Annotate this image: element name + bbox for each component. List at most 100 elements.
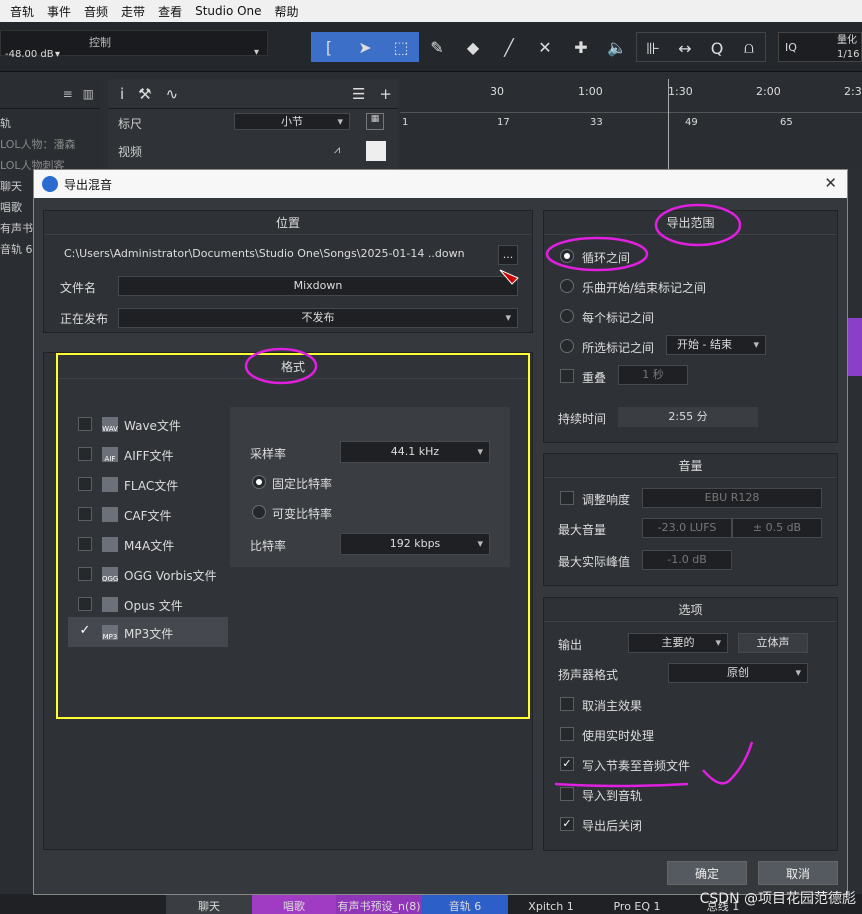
menu-track[interactable]: 音轨	[10, 3, 34, 20]
publish-select[interactable]: 不发布	[118, 308, 518, 328]
quantize-icon[interactable]: Q	[701, 33, 733, 63]
wrench-icon[interactable]: ⚒	[138, 85, 151, 103]
format-label[interactable]: FLAC文件	[124, 477, 178, 494]
paint-tool-icon[interactable]: ╱	[491, 32, 527, 62]
browse-button[interactable]: ...	[498, 245, 518, 265]
arrow-tool-icon[interactable]: ➤	[347, 32, 383, 62]
layers-icon[interactable]: ≡	[63, 87, 73, 101]
channel-label[interactable]: 音轨 6	[422, 894, 508, 914]
bitrate-select[interactable]: 192 kbps	[340, 533, 490, 555]
quantize-settings[interactable]: IQ 量化 1/16	[778, 32, 862, 62]
bars-icon[interactable]: ▥	[83, 87, 94, 101]
ruler-unit-select[interactable]: 小节	[234, 113, 350, 130]
format-checkbox[interactable]	[78, 447, 92, 461]
option-label[interactable]: 取消主效果	[582, 697, 642, 714]
speaker-format-select[interactable]: 原创	[668, 663, 808, 683]
menu-transport[interactable]: 走带	[121, 3, 145, 20]
range-radio-selected-markers[interactable]	[560, 339, 574, 353]
range-label[interactable]: 循环之间	[582, 249, 630, 266]
waveform-icon[interactable]: ⩘	[334, 143, 340, 157]
option-checkbox[interactable]	[560, 697, 574, 711]
format-checkbox[interactable]	[78, 507, 92, 521]
snap-magnet-icon[interactable]: ⩍	[733, 33, 765, 63]
channel-label[interactable]: Xpitch 1	[508, 894, 594, 914]
cbr-label[interactable]: 固定比特率	[272, 475, 332, 492]
max-loudness-input[interactable]: -23.0 LUFS	[642, 518, 732, 538]
mute-tool-icon[interactable]: ✕	[527, 32, 563, 62]
option-label[interactable]: 写入节奏至音频文件	[582, 757, 690, 774]
menu-view[interactable]: 查看	[158, 3, 182, 20]
timeline-ruler[interactable]: 30 1:00 1:30 2:00 2:30	[400, 79, 862, 113]
volume-control[interactable]: -48.00 dB ▾ 控制 ▾	[0, 30, 268, 60]
option-label[interactable]: 导入到音轨	[582, 787, 642, 804]
overlap-checkbox[interactable]	[560, 369, 574, 383]
range-tool-icon[interactable]: ⬚	[383, 32, 419, 62]
split-tool-icon[interactable]: ✚	[563, 32, 599, 62]
marker-range-select[interactable]: 开始 - 结束	[666, 335, 766, 355]
format-label[interactable]: Wave文件	[124, 417, 181, 434]
track-item[interactable]: 轨	[0, 113, 100, 134]
loudness-standard[interactable]: EBU R128	[642, 488, 822, 508]
format-checkbox[interactable]	[78, 597, 92, 611]
automation-icon[interactable]: ∿	[166, 85, 179, 103]
format-label[interactable]: CAF文件	[124, 507, 172, 524]
menu-studio-one[interactable]: Studio One	[195, 4, 261, 18]
option-checkbox-checked[interactable]: ✓	[560, 817, 574, 831]
loudness-label[interactable]: 调整响度	[582, 491, 630, 508]
ruler-settings-icon[interactable]: ▦	[366, 113, 384, 130]
range-label[interactable]: 所选标记之间	[582, 339, 654, 356]
option-label[interactable]: 导出后关闭	[582, 817, 642, 834]
cancel-button[interactable]: 取消	[758, 861, 838, 885]
option-checkbox[interactable]	[560, 727, 574, 741]
channel-label[interactable]: Pro EQ 1	[594, 894, 680, 914]
audio-clip[interactable]	[848, 318, 862, 376]
tolerance-input[interactable]: ± 0.5 dB	[732, 518, 822, 538]
playhead[interactable]	[668, 79, 669, 169]
add-track-icon[interactable]: +	[379, 85, 392, 103]
option-label[interactable]: 使用实时处理	[582, 727, 654, 744]
format-checkbox-checked[interactable]: ✓	[78, 624, 92, 639]
timeline[interactable]: 30 1:00 1:30 2:00 2:30 1 17 33 49 65	[400, 79, 862, 169]
range-radio-loop[interactable]	[560, 249, 574, 263]
cbr-radio[interactable]	[252, 475, 266, 489]
path-field[interactable]: C:\Users\Administrator\Documents\Studio …	[58, 245, 490, 265]
format-label[interactable]: MP3文件	[124, 625, 173, 642]
close-icon[interactable]: ✕	[824, 174, 837, 192]
format-label[interactable]: Opus 文件	[124, 597, 183, 614]
eraser-tool-icon[interactable]: ◆	[455, 32, 491, 62]
channel-label[interactable]: 有声书预设_n(8)	[336, 894, 422, 914]
filename-input[interactable]: Mixdown	[118, 276, 518, 296]
stereo-button[interactable]: 立体声	[738, 633, 808, 653]
format-checkbox[interactable]	[78, 477, 92, 491]
channel-label[interactable]: 聊天	[166, 894, 252, 914]
range-radio-song[interactable]	[560, 279, 574, 293]
format-checkbox[interactable]	[78, 537, 92, 551]
loudness-checkbox[interactable]	[560, 491, 574, 505]
bracket-tool-icon[interactable]: [	[311, 32, 347, 62]
option-checkbox-checked[interactable]: ✓	[560, 757, 574, 771]
format-label[interactable]: OGG Vorbis文件	[124, 567, 217, 584]
channel-label[interactable]: 唱歌	[252, 894, 336, 914]
list-icon[interactable]: ☰	[352, 85, 365, 103]
menu-audio[interactable]: 音频	[84, 3, 108, 20]
snap-start-icon[interactable]: ⊪	[637, 33, 669, 63]
volume-dropdown-icon[interactable]: ▾	[55, 49, 60, 60]
speaker-tool-icon[interactable]: 🔈	[599, 32, 635, 62]
format-checkbox[interactable]	[78, 567, 92, 581]
menu-help[interactable]: 帮助	[275, 3, 299, 20]
range-radio-each-marker[interactable]	[560, 309, 574, 323]
range-label[interactable]: 每个标记之间	[582, 309, 654, 326]
format-label[interactable]: AIFF文件	[124, 447, 174, 464]
control-dropdown-icon[interactable]: ▾	[254, 47, 259, 58]
vbr-label[interactable]: 可变比特率	[272, 505, 332, 522]
video-toggle[interactable]	[366, 141, 386, 161]
vbr-radio[interactable]	[252, 505, 266, 519]
pencil-tool-icon[interactable]: ✎	[419, 32, 455, 62]
menu-event[interactable]: 事件	[47, 3, 71, 20]
option-checkbox[interactable]	[560, 787, 574, 801]
snap-grid-icon[interactable]: ↔	[669, 33, 701, 63]
info-icon[interactable]: i	[120, 85, 124, 103]
sample-rate-select[interactable]: 44.1 kHz	[340, 441, 490, 463]
overlap-input[interactable]: 1 秒	[618, 365, 688, 385]
format-checkbox[interactable]	[78, 417, 92, 431]
